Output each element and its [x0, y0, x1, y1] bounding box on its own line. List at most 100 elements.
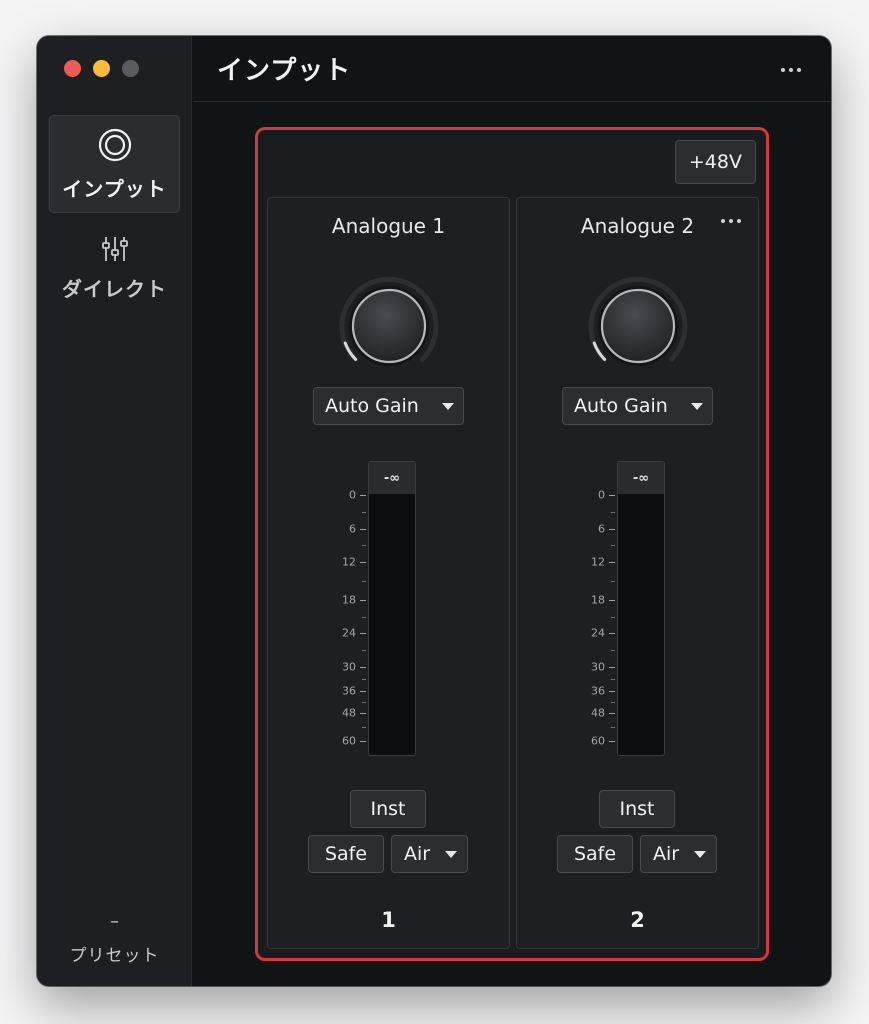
sidebar-item-label: インプット	[62, 176, 167, 201]
close-button[interactable]	[64, 60, 81, 77]
meter-tick	[609, 529, 615, 530]
channel-number: 2	[630, 908, 645, 932]
meter-tick-label: 18	[591, 593, 605, 607]
chevron-down-icon	[442, 403, 454, 410]
sidebar-item-label: ダイレクト	[62, 276, 167, 301]
meter-tick-label: 24	[591, 626, 605, 640]
window-controls	[64, 60, 139, 77]
gain-knob[interactable]	[337, 274, 441, 378]
minimize-button[interactable]	[93, 60, 110, 77]
meter-tick-label: 30	[591, 660, 605, 674]
meter-tick	[609, 667, 615, 668]
meter-minor-tick	[611, 702, 615, 703]
channel-name: Analogue 2	[580, 214, 695, 238]
phantom-power-button[interactable]: +48V	[674, 140, 756, 184]
sliders-icon	[100, 235, 130, 263]
meter-tick-label: 0	[349, 488, 356, 502]
chevron-down-icon	[694, 851, 706, 858]
meter-minor-tick	[362, 581, 366, 582]
meter-tick	[609, 691, 615, 692]
meter-tick-label: 60	[591, 734, 605, 748]
chevron-down-icon	[691, 403, 703, 410]
gain-mode-value: Auto Gain	[325, 395, 419, 417]
preset-label: プリセット	[69, 946, 160, 966]
zoom-button[interactable]	[122, 60, 139, 77]
input-group: +48V Analogue 1 Auto Gain 0 6 12 18 24 3…	[255, 127, 769, 961]
air-value: Air	[404, 843, 431, 865]
meter-scale: 0 6 12 18 24 30 36 48 60	[268, 461, 368, 756]
meter-minor-tick	[362, 545, 366, 546]
app-window: インプット ダイレクト – プリセット インプット +48V Analogue …	[37, 36, 831, 986]
meter-tick	[360, 741, 366, 742]
channel-number: 1	[381, 908, 396, 932]
meter-tick	[360, 667, 366, 668]
meter-scale: 0 6 12 18 24 30 36 48 60	[517, 461, 617, 756]
channel-more-icon[interactable]	[721, 219, 741, 223]
knob-graphic	[588, 276, 688, 366]
safe-button[interactable]: Safe	[557, 835, 633, 873]
meter-tick	[360, 529, 366, 530]
level-meter: -∞	[368, 461, 416, 756]
channel-strip: Analogue 1 Auto Gain 0 6 12 18 24 30 36 …	[267, 197, 510, 949]
air-select[interactable]: Air	[391, 835, 468, 873]
meter-minor-tick	[611, 617, 615, 618]
safe-button[interactable]: Safe	[308, 835, 384, 873]
meter-minor-tick	[611, 727, 615, 728]
meter-minor-tick	[611, 512, 615, 513]
knob-graphic	[339, 276, 439, 366]
meter-tick-label: 48	[342, 706, 356, 720]
sidebar-item-input[interactable]: インプット	[49, 115, 180, 213]
sidebar: インプット ダイレクト – プリセット	[37, 36, 192, 986]
meter-tick-label: 0	[598, 488, 605, 502]
meter-minor-tick	[362, 617, 366, 618]
meter-minor-tick	[362, 650, 366, 651]
meter-minor-tick	[611, 650, 615, 651]
inst-button[interactable]: Inst	[350, 790, 426, 828]
air-select[interactable]: Air	[640, 835, 717, 873]
meter-tick-label: 6	[349, 522, 356, 536]
air-value: Air	[653, 843, 680, 865]
meter-minor-tick	[362, 702, 366, 703]
chevron-down-icon	[445, 851, 457, 858]
meter-tick	[609, 495, 615, 496]
sidebar-item-direct[interactable]: ダイレクト	[49, 219, 180, 317]
meter-tick	[609, 713, 615, 714]
more-options-icon[interactable]	[781, 68, 801, 72]
gain-mode-value: Auto Gain	[574, 395, 668, 417]
meter-tick	[360, 691, 366, 692]
meter-tick	[360, 495, 366, 496]
meter-tick	[360, 562, 366, 563]
channel-name: Analogue 1	[331, 214, 446, 238]
gain-mode-select[interactable]: Auto Gain	[313, 387, 464, 425]
meter-minor-tick	[362, 512, 366, 513]
meter-tick-label: 12	[591, 555, 605, 569]
inst-button[interactable]: Inst	[599, 790, 675, 828]
meter-tick-label: 36	[591, 684, 605, 698]
meter-minor-tick	[611, 581, 615, 582]
meter-tick	[360, 713, 366, 714]
meter-tick	[609, 633, 615, 634]
meter-tick-label: 12	[342, 555, 356, 569]
peak-readout[interactable]: -∞	[369, 462, 415, 494]
meter-tick-label: 24	[342, 626, 356, 640]
meter-tick	[360, 600, 366, 601]
meter-tick	[360, 633, 366, 634]
gain-knob[interactable]	[586, 274, 690, 378]
meter-tick	[609, 600, 615, 601]
meter-tick-label: 30	[342, 660, 356, 674]
meter-minor-tick	[362, 727, 366, 728]
meter-minor-tick	[611, 679, 615, 680]
page-title: インプット	[217, 56, 352, 86]
title-bar: インプット	[193, 36, 831, 102]
meter-tick-label: 18	[342, 593, 356, 607]
meter-tick	[609, 741, 615, 742]
peak-readout[interactable]: -∞	[618, 462, 664, 494]
meter-tick-label: 48	[591, 706, 605, 720]
preset-indicator[interactable]: – プリセット	[37, 911, 192, 966]
meter-tick-label: 36	[342, 684, 356, 698]
meter-tick-label: 60	[342, 734, 356, 748]
preset-value: –	[110, 911, 119, 932]
meter-tick-label: 6	[598, 522, 605, 536]
level-meter: -∞	[617, 461, 665, 756]
gain-mode-select[interactable]: Auto Gain	[562, 387, 713, 425]
